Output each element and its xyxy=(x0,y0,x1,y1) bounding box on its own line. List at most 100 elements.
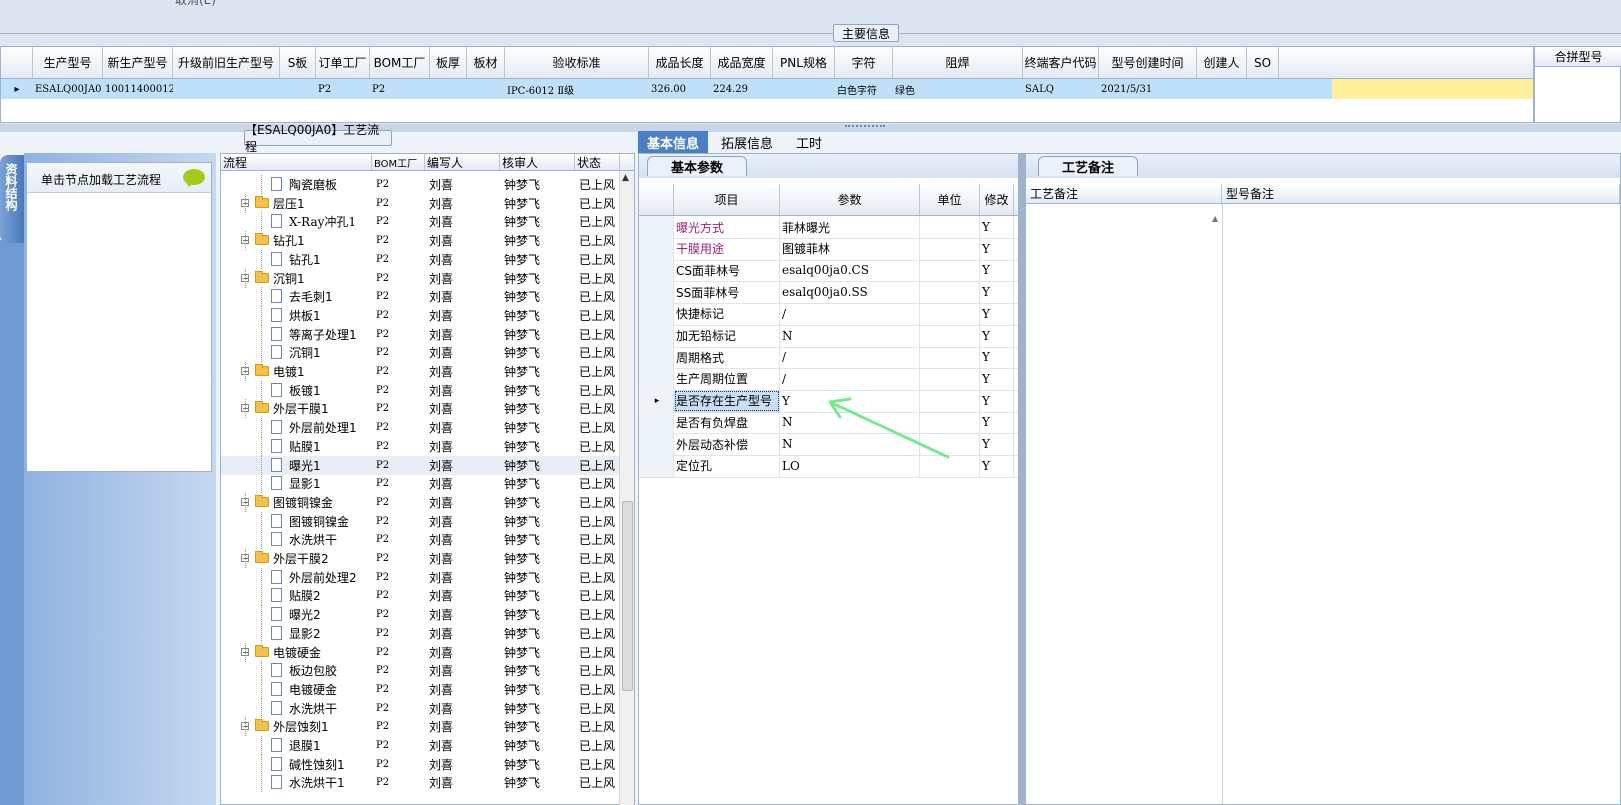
process-column-header[interactable]: BOM工厂 xyxy=(372,154,425,170)
main-info-grid[interactable]: 生产型号 新生产型号 升级前旧生产型号 S板 订单工厂 BOM工厂 板厚 板材 验收标准 成品长度… xyxy=(0,46,1534,123)
process-row[interactable]: 钻孔1 P2 刘喜 钟梦飞 已上风 xyxy=(221,249,619,269)
process-row[interactable]: 图镀铜镍金 P2 刘喜 钟梦飞 已上风 xyxy=(221,511,619,531)
column-header[interactable]: 订单工厂 xyxy=(316,47,370,78)
param-modifiable[interactable]: Y xyxy=(980,237,1014,260)
param-unit[interactable] xyxy=(920,281,980,304)
param-value[interactable]: esalq00ja0.CS xyxy=(780,259,920,282)
process-step-name[interactable]: 外层前处理2 xyxy=(289,569,357,586)
param-item[interactable]: 定位孔 xyxy=(674,454,780,477)
process-row[interactable]: 陶瓷磨板 P2 刘喜 钟梦飞 已上风 xyxy=(221,175,619,194)
process-flow-panel[interactable]: 流程 BOM工厂 编写人 核审人 状态 陶瓷磨板 P2 刘喜 钟梦飞 已上风 − 层压1 P2 刘喜 钟梦… xyxy=(220,153,635,805)
column-header[interactable]: 字符 xyxy=(835,47,893,78)
basic-param-row[interactable]: 干膜用途 图镀菲林 Y xyxy=(639,237,1018,261)
process-row[interactable]: − 层压1 P2 刘喜 钟梦飞 已上风 xyxy=(221,193,619,213)
process-step-name[interactable]: 钻孔1 xyxy=(273,232,305,249)
process-step-name[interactable]: 图镀铜镍金 xyxy=(273,494,333,511)
main-row-cell[interactable] xyxy=(1247,79,1279,99)
main-row-cell[interactable]: IPC-6012 Ⅱ级 xyxy=(505,79,649,99)
main-row-cell[interactable]: 224.29 xyxy=(711,79,773,99)
basic-param-row[interactable]: 周期格式 / Y xyxy=(639,346,1018,370)
process-row[interactable]: X-Ray冲孔1 P2 刘喜 钟梦飞 已上风 xyxy=(221,212,619,232)
column-header[interactable]: 板厚 xyxy=(430,47,467,78)
basic-column-header[interactable]: 修改 xyxy=(980,184,1014,215)
param-value[interactable]: 菲林曝光 xyxy=(780,216,920,238)
main-row-cell[interactable] xyxy=(467,79,505,99)
basic-param-row[interactable]: CS面菲林号 esalq00ja0.CS Y xyxy=(639,259,1018,283)
param-item[interactable]: 周期格式 xyxy=(674,346,780,369)
process-step-name[interactable]: 贴膜2 xyxy=(289,587,321,604)
process-row[interactable]: 水洗烘干1 P2 刘喜 钟梦飞 已上风 xyxy=(221,773,619,793)
param-unit[interactable] xyxy=(920,259,980,282)
process-scrollbar[interactable]: ▲ xyxy=(619,171,634,805)
process-step-name[interactable]: 板镀1 xyxy=(289,382,321,399)
process-step-name[interactable]: 水洗烘干 xyxy=(289,531,337,548)
process-step-name[interactable]: 碱性蚀刻1 xyxy=(289,756,345,773)
column-header[interactable]: 验收标准 xyxy=(505,47,649,78)
column-header[interactable]: 板材 xyxy=(467,47,505,78)
process-row[interactable]: 贴膜1 P2 刘喜 钟梦飞 已上风 xyxy=(221,436,619,456)
main-row-cell[interactable] xyxy=(173,79,280,99)
process-row[interactable]: 烘板1 P2 刘喜 钟梦飞 已上风 xyxy=(221,305,619,325)
process-row[interactable]: 沉铜1 P2 刘喜 钟梦飞 已上风 xyxy=(221,343,619,363)
basic-column-header[interactable]: 单位 xyxy=(920,184,980,215)
process-grid-body[interactable]: 陶瓷磨板 P2 刘喜 钟梦飞 已上风 − 层压1 P2 刘喜 钟梦飞 已上风 X-Ray冲孔1 P2 刘喜… xyxy=(221,171,619,805)
param-value[interactable]: N xyxy=(780,324,920,347)
basic-param-row[interactable]: 快捷标记 / Y xyxy=(639,302,1018,326)
column-header[interactable]: 成品宽度 xyxy=(711,47,773,78)
side-tab-data-structure[interactable]: 资料结构 xyxy=(0,155,24,243)
process-row[interactable]: − 沉铜1 P2 刘喜 钟梦飞 已上风 xyxy=(221,268,619,288)
main-row-cell[interactable] xyxy=(773,79,835,99)
param-modifiable[interactable]: Y xyxy=(980,367,1014,390)
main-row-cell[interactable] xyxy=(280,79,316,99)
process-row[interactable]: 外层前处理1 P2 刘喜 钟梦飞 已上风 xyxy=(221,418,619,438)
process-row[interactable]: − 电镀1 P2 刘喜 钟梦飞 已上风 xyxy=(221,362,619,381)
main-row-cell[interactable]: 白色字符 xyxy=(835,79,893,99)
process-step-name[interactable]: 外层前处理1 xyxy=(289,419,357,436)
process-step-name[interactable]: 外层蚀刻1 xyxy=(273,718,329,735)
main-row-cell[interactable] xyxy=(1197,79,1247,99)
column-header[interactable]: 阻焊 xyxy=(893,47,1023,78)
scroll-up-icon[interactable]: ▲ xyxy=(1212,214,1218,223)
process-row[interactable]: 去毛刺1 P2 刘喜 钟梦飞 已上风 xyxy=(221,287,619,307)
process-step-name[interactable]: 电镀硬金 xyxy=(273,644,321,661)
process-row[interactable]: − 图镀铜镍金 P2 刘喜 钟梦飞 已上风 xyxy=(221,492,619,512)
param-value[interactable]: 图镀菲林 xyxy=(780,237,920,260)
process-row[interactable]: 电镀硬金 P2 刘喜 钟梦飞 已上风 xyxy=(221,679,619,699)
param-item[interactable]: 是否存在生产型号 xyxy=(674,389,780,412)
param-value[interactable]: / xyxy=(780,302,920,325)
column-header[interactable]: 成品长度 xyxy=(649,47,711,78)
process-column-header[interactable]: 状态 xyxy=(575,154,620,170)
process-step-name[interactable]: 外层干膜1 xyxy=(273,400,329,417)
param-modifiable[interactable]: Y xyxy=(980,389,1014,412)
param-unit[interactable] xyxy=(920,346,980,369)
param-unit[interactable] xyxy=(920,302,980,325)
process-row[interactable]: 外层前处理2 P2 刘喜 钟梦飞 已上风 xyxy=(221,567,619,587)
param-modifiable[interactable]: Y xyxy=(980,259,1014,282)
column-header[interactable]: 新生产型号 xyxy=(103,47,173,78)
param-value[interactable]: / xyxy=(780,367,920,390)
param-item[interactable]: CS面菲林号 xyxy=(674,259,780,282)
process-row[interactable]: 显影1 P2 刘喜 钟梦飞 已上风 xyxy=(221,474,619,494)
remarks-title[interactable]: 工艺备注 xyxy=(1038,156,1138,176)
process-step-name[interactable]: 钻孔1 xyxy=(289,251,321,268)
main-row-cell[interactable]: 2021/5/31 xyxy=(1099,79,1197,99)
column-header[interactable]: S板 xyxy=(280,47,316,78)
scroll-thumb[interactable] xyxy=(622,501,633,691)
process-step-name[interactable]: 电镀硬金 xyxy=(289,681,337,698)
param-modifiable[interactable]: Y xyxy=(980,433,1014,455)
process-step-name[interactable]: 贴膜1 xyxy=(289,438,321,455)
tab-extended-info[interactable]: 拓展信息 xyxy=(710,131,784,153)
process-step-name[interactable]: 板边包胶 xyxy=(289,662,337,679)
param-item[interactable]: 外层动态补偿 xyxy=(674,433,780,455)
process-row[interactable]: 板镀1 P2 刘喜 钟梦飞 已上风 xyxy=(221,380,619,400)
main-row-cell[interactable]: P2 xyxy=(370,79,430,99)
param-unit[interactable] xyxy=(920,324,980,347)
process-step-name[interactable]: X-Ray冲孔1 xyxy=(289,213,356,230)
basic-param-row[interactable]: 曝光方式 菲林曝光 Y xyxy=(639,216,1018,239)
process-row[interactable]: 等离子处理1 P2 刘喜 钟梦飞 已上风 xyxy=(221,324,619,344)
param-item[interactable]: 是否有负焊盘 xyxy=(674,411,780,434)
param-modifiable[interactable]: Y xyxy=(980,216,1014,238)
process-step-name[interactable]: 沉铜1 xyxy=(289,344,321,361)
main-row-cell[interactable] xyxy=(430,79,467,99)
process-step-name[interactable]: 沉铜1 xyxy=(273,270,305,287)
